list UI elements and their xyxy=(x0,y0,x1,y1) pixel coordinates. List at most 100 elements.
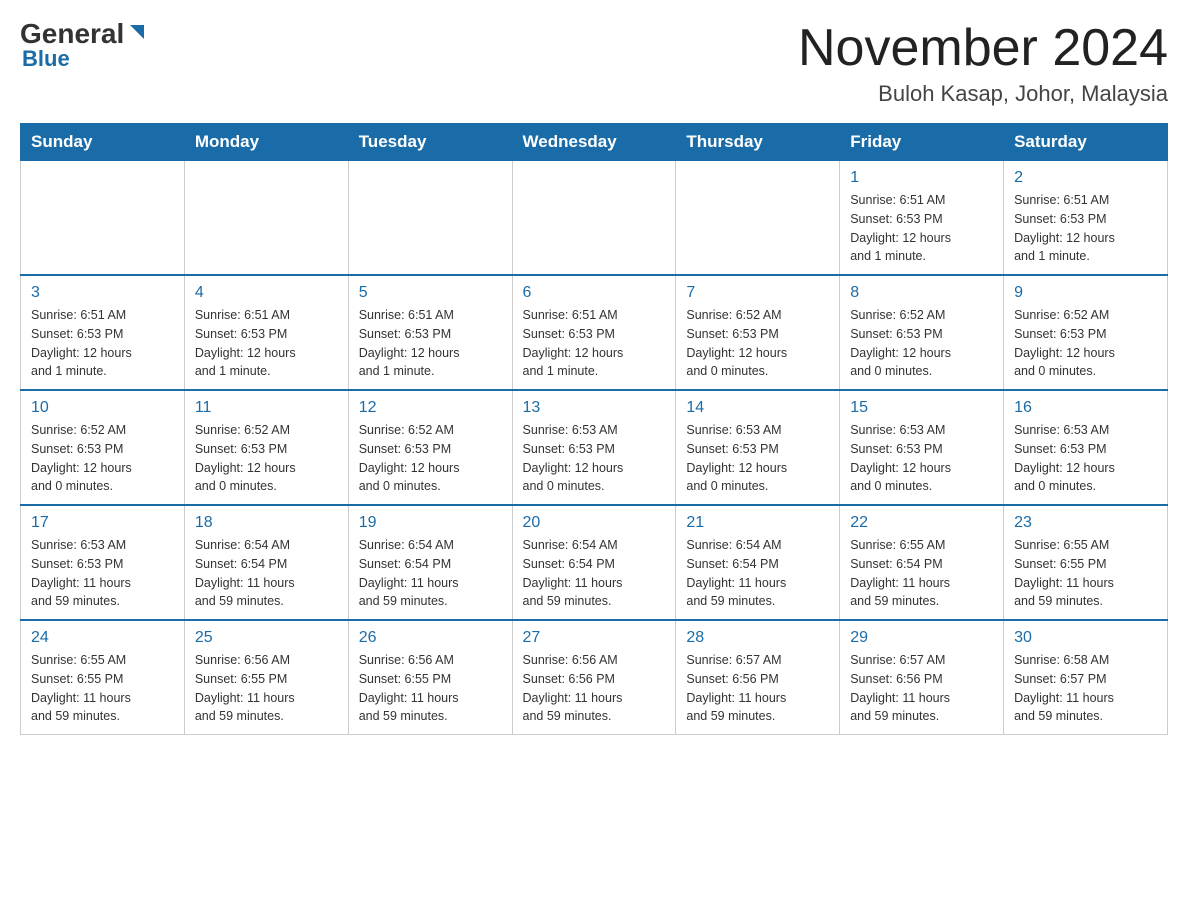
header-wednesday: Wednesday xyxy=(512,124,676,161)
calendar-cell: 27 Sunrise: 6:56 AM Sunset: 6:56 PM Dayli… xyxy=(512,620,676,735)
day-number: 6 xyxy=(523,284,666,302)
title-section: November 2024 Buloh Kasap, Johor, Malays… xyxy=(798,20,1168,107)
calendar-cell: 8 Sunrise: 6:52 AM Sunset: 6:53 PM Daylig… xyxy=(840,275,1004,390)
day-info: Sunrise: 6:52 AM Sunset: 6:53 PM Dayligh… xyxy=(850,306,993,381)
calendar-cell: 22Sunrise: 6:55 AM Sunset: 6:54 PM Dayli… xyxy=(840,505,1004,620)
day-info: Sunrise: 6:52 AM Sunset: 6:53 PM Dayligh… xyxy=(1014,306,1157,381)
logo-triangle-icon xyxy=(126,21,148,43)
day-number: 25 xyxy=(195,629,338,647)
day-info: Sunrise: 6:51 AM Sunset: 6:53 PM Dayligh… xyxy=(1014,191,1157,266)
day-info: Sunrise: 6:53 AM Sunset: 6:53 PM Dayligh… xyxy=(523,421,666,496)
header-monday: Monday xyxy=(184,124,348,161)
day-number: 21 xyxy=(686,514,829,532)
day-info: Sunrise: 6:54 AM Sunset: 6:54 PM Dayligh… xyxy=(359,536,502,611)
calendar-cell: 14 Sunrise: 6:53 AM Sunset: 6:53 PM Dayli… xyxy=(676,390,840,505)
day-info: Sunrise: 6:56 AM Sunset: 6:55 PM Dayligh… xyxy=(359,651,502,726)
calendar-cell: 25 Sunrise: 6:56 AM Sunset: 6:55 PM Dayli… xyxy=(184,620,348,735)
day-info: Sunrise: 6:52 AM Sunset: 6:53 PM Dayligh… xyxy=(195,421,338,496)
month-title: November 2024 xyxy=(798,20,1168,77)
calendar-cell: 5 Sunrise: 6:51 AM Sunset: 6:53 PM Daylig… xyxy=(348,275,512,390)
calendar-cell: 3 Sunrise: 6:51 AM Sunset: 6:53 PM Daylig… xyxy=(21,275,185,390)
day-number: 13 xyxy=(523,399,666,417)
logo: General Blue xyxy=(20,20,148,72)
calendar-cell: 4 Sunrise: 6:51 AM Sunset: 6:53 PM Daylig… xyxy=(184,275,348,390)
logo-blue: Blue xyxy=(22,46,70,72)
calendar-cell: 28 Sunrise: 6:57 AM Sunset: 6:56 PM Dayli… xyxy=(676,620,840,735)
header-saturday: Saturday xyxy=(1004,124,1168,161)
calendar-cell: 13 Sunrise: 6:53 AM Sunset: 6:53 PM Dayli… xyxy=(512,390,676,505)
calendar-cell: 6 Sunrise: 6:51 AM Sunset: 6:53 PM Daylig… xyxy=(512,275,676,390)
day-number: 27 xyxy=(523,629,666,647)
day-info: Sunrise: 6:53 AM Sunset: 6:53 PM Dayligh… xyxy=(850,421,993,496)
day-number: 30 xyxy=(1014,629,1157,647)
calendar-cell: 23 Sunrise: 6:55 AM Sunset: 6:55 PM Dayli… xyxy=(1004,505,1168,620)
header-sunday: Sunday xyxy=(21,124,185,161)
calendar-cell: 26 Sunrise: 6:56 AM Sunset: 6:55 PM Dayli… xyxy=(348,620,512,735)
day-info: Sunrise: 6:51 AM Sunset: 6:53 PM Dayligh… xyxy=(359,306,502,381)
week-row-1: 1 Sunrise: 6:51 AM Sunset: 6:53 PM Daylig… xyxy=(21,161,1168,276)
header-row: SundayMondayTuesdayWednesdayThursdayFrid… xyxy=(21,124,1168,161)
day-info: Sunrise: 6:54 AM Sunset: 6:54 PM Dayligh… xyxy=(523,536,666,611)
calendar-cell: 19 Sunrise: 6:54 AM Sunset: 6:54 PM Dayli… xyxy=(348,505,512,620)
calendar-cell xyxy=(676,161,840,276)
calendar-cell: 18 Sunrise: 6:54 AM Sunset: 6:54 PM Dayli… xyxy=(184,505,348,620)
header-friday: Friday xyxy=(840,124,1004,161)
day-info: Sunrise: 6:52 AM Sunset: 6:53 PM Dayligh… xyxy=(31,421,174,496)
day-number: 29 xyxy=(850,629,993,647)
day-number: 4 xyxy=(195,284,338,302)
day-number: 24 xyxy=(31,629,174,647)
day-info: Sunrise: 6:53 AM Sunset: 6:53 PM Dayligh… xyxy=(686,421,829,496)
week-row-4: 17Sunrise: 6:53 AM Sunset: 6:53 PM Dayli… xyxy=(21,505,1168,620)
calendar-cell: 30 Sunrise: 6:58 AM Sunset: 6:57 PM Dayli… xyxy=(1004,620,1168,735)
day-info: Sunrise: 6:56 AM Sunset: 6:55 PM Dayligh… xyxy=(195,651,338,726)
day-info: Sunrise: 6:58 AM Sunset: 6:57 PM Dayligh… xyxy=(1014,651,1157,726)
day-info: Sunrise: 6:51 AM Sunset: 6:53 PM Dayligh… xyxy=(195,306,338,381)
day-number: 28 xyxy=(686,629,829,647)
calendar-cell xyxy=(21,161,185,276)
day-number: 3 xyxy=(31,284,174,302)
day-info: Sunrise: 6:51 AM Sunset: 6:53 PM Dayligh… xyxy=(850,191,993,266)
calendar-cell: 20 Sunrise: 6:54 AM Sunset: 6:54 PM Dayli… xyxy=(512,505,676,620)
calendar-cell: 16Sunrise: 6:53 AM Sunset: 6:53 PM Dayli… xyxy=(1004,390,1168,505)
day-number: 15 xyxy=(850,399,993,417)
header-tuesday: Tuesday xyxy=(348,124,512,161)
day-info: Sunrise: 6:54 AM Sunset: 6:54 PM Dayligh… xyxy=(195,536,338,611)
day-info: Sunrise: 6:51 AM Sunset: 6:53 PM Dayligh… xyxy=(523,306,666,381)
page-header: General Blue November 2024 Buloh Kasap, … xyxy=(20,20,1168,107)
day-info: Sunrise: 6:54 AM Sunset: 6:54 PM Dayligh… xyxy=(686,536,829,611)
day-number: 17 xyxy=(31,514,174,532)
calendar-cell xyxy=(184,161,348,276)
day-number: 18 xyxy=(195,514,338,532)
calendar-cell: 11Sunrise: 6:52 AM Sunset: 6:53 PM Dayli… xyxy=(184,390,348,505)
day-number: 5 xyxy=(359,284,502,302)
day-info: Sunrise: 6:57 AM Sunset: 6:56 PM Dayligh… xyxy=(686,651,829,726)
day-info: Sunrise: 6:56 AM Sunset: 6:56 PM Dayligh… xyxy=(523,651,666,726)
calendar-cell: 29Sunrise: 6:57 AM Sunset: 6:56 PM Dayli… xyxy=(840,620,1004,735)
day-number: 12 xyxy=(359,399,502,417)
location: Buloh Kasap, Johor, Malaysia xyxy=(798,81,1168,107)
calendar-cell: 7Sunrise: 6:52 AM Sunset: 6:53 PM Daylig… xyxy=(676,275,840,390)
calendar-cell: 10Sunrise: 6:52 AM Sunset: 6:53 PM Dayli… xyxy=(21,390,185,505)
day-info: Sunrise: 6:51 AM Sunset: 6:53 PM Dayligh… xyxy=(31,306,174,381)
day-number: 7 xyxy=(686,284,829,302)
day-number: 23 xyxy=(1014,514,1157,532)
calendar-cell xyxy=(512,161,676,276)
day-number: 1 xyxy=(850,169,993,187)
day-number: 19 xyxy=(359,514,502,532)
day-number: 26 xyxy=(359,629,502,647)
day-info: Sunrise: 6:53 AM Sunset: 6:53 PM Dayligh… xyxy=(1014,421,1157,496)
day-number: 20 xyxy=(523,514,666,532)
calendar-table: SundayMondayTuesdayWednesdayThursdayFrid… xyxy=(20,123,1168,735)
day-number: 14 xyxy=(686,399,829,417)
calendar-cell: 2Sunrise: 6:51 AM Sunset: 6:53 PM Daylig… xyxy=(1004,161,1168,276)
calendar-cell: 15 Sunrise: 6:53 AM Sunset: 6:53 PM Dayli… xyxy=(840,390,1004,505)
day-info: Sunrise: 6:52 AM Sunset: 6:53 PM Dayligh… xyxy=(359,421,502,496)
day-number: 22 xyxy=(850,514,993,532)
logo-general: General xyxy=(20,20,124,48)
calendar-cell: 24 Sunrise: 6:55 AM Sunset: 6:55 PM Dayli… xyxy=(21,620,185,735)
calendar-cell: 21 Sunrise: 6:54 AM Sunset: 6:54 PM Dayli… xyxy=(676,505,840,620)
day-info: Sunrise: 6:55 AM Sunset: 6:55 PM Dayligh… xyxy=(1014,536,1157,611)
day-number: 8 xyxy=(850,284,993,302)
calendar-cell xyxy=(348,161,512,276)
day-info: Sunrise: 6:55 AM Sunset: 6:55 PM Dayligh… xyxy=(31,651,174,726)
